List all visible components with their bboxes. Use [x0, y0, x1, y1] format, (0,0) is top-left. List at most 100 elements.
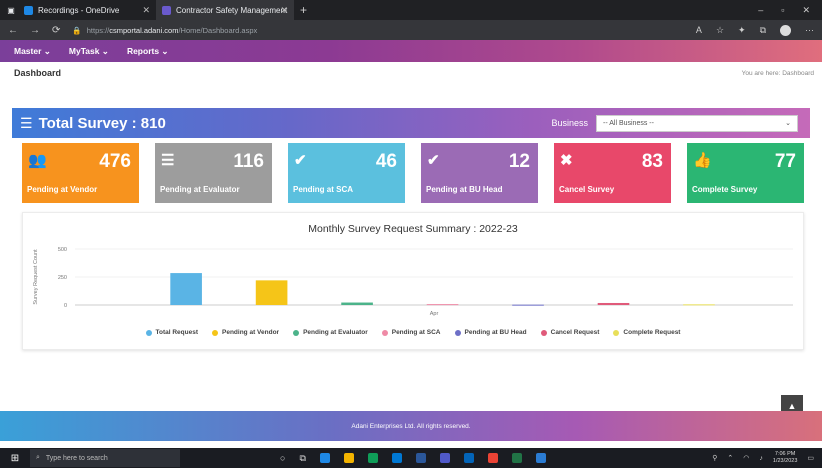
tray-chevron-icon[interactable]: ⌃: [727, 454, 733, 462]
legend-item[interactable]: Cancel Request: [540, 329, 600, 336]
file-explorer-icon[interactable]: [343, 453, 354, 463]
back-icon[interactable]: ←: [8, 25, 18, 36]
more-options-icon[interactable]: ···: [805, 25, 814, 35]
legend-dot-icon: [212, 329, 219, 336]
card-label: Cancel Survey: [559, 185, 615, 194]
legend-dot-icon: [454, 329, 461, 336]
nav-item-master[interactable]: Master ⌄: [14, 46, 51, 57]
legend-label: Pending at Vendor: [222, 329, 280, 336]
edge-app-icon[interactable]: [319, 453, 330, 463]
y-tick-label: 500: [58, 247, 67, 253]
minimize-button[interactable]: –: [758, 5, 763, 16]
profile-avatar[interactable]: [780, 24, 791, 36]
tab-contractor-safety[interactable]: Contractor Safety Management ✕: [156, 0, 294, 20]
legend-dot-icon: [293, 329, 300, 336]
list-icon: ☰: [20, 114, 33, 131]
cortana-icon[interactable]: ○: [280, 453, 285, 463]
footer-copyright: Adani Enterprises Ltd. All rights reserv…: [351, 422, 471, 430]
users-icon: 👥: [28, 152, 47, 169]
url-field[interactable]: 🔒 https://csmportal.adani.com/Home/Dashb…: [72, 26, 684, 35]
new-tab-button[interactable]: +: [300, 3, 307, 17]
excel-app-icon[interactable]: [511, 453, 522, 463]
card-value: 476: [99, 151, 131, 172]
close-window-button[interactable]: ✕: [802, 5, 810, 16]
bar-complete-request: [683, 304, 715, 306]
card-label: Complete Survey: [692, 185, 758, 194]
legend-dot-icon: [613, 329, 620, 336]
card-pending-evaluator[interactable]: ☰ 116 Pending at Evaluator: [155, 143, 272, 203]
task-view-icon[interactable]: ⧉: [299, 453, 305, 464]
y-tick-label: 0: [64, 303, 67, 309]
card-value: 12: [508, 151, 530, 172]
maximize-button[interactable]: ▫: [781, 5, 784, 16]
taskbar-apps: ○ ⧉: [280, 453, 546, 464]
legend-label: Cancel Request: [550, 329, 600, 336]
search-icon: ⌕: [36, 454, 40, 461]
network-icon[interactable]: ◠: [743, 454, 749, 462]
taskbar-search-placeholder: Type here to search: [45, 454, 108, 462]
sharepoint-app-icon[interactable]: [535, 453, 546, 463]
url-prefix: https://: [86, 25, 110, 35]
volume-icon[interactable]: ♪: [759, 455, 763, 462]
tab-onedrive[interactable]: Recordings - OneDrive ✕: [18, 0, 156, 20]
legend-dot-icon: [145, 329, 152, 336]
system-tray: ⚲ ⌃ ◠ ♪ 7:06 PM 1/23/2023 ▭: [712, 451, 822, 465]
nav-item-reports[interactable]: Reports ⌄: [127, 46, 169, 57]
chevron-up-icon: ▲: [787, 401, 797, 411]
nav-item-mytask[interactable]: MyTask ⌄: [69, 46, 109, 57]
legend-item[interactable]: Pending at Evaluator: [293, 329, 368, 336]
outlook-app-icon[interactable]: [463, 453, 474, 463]
legend-item[interactable]: Pending at Vendor: [212, 329, 279, 336]
check-circle-icon: ✔: [294, 152, 307, 169]
close-tab-icon[interactable]: ✕: [280, 5, 288, 16]
card-value: 83: [641, 151, 663, 172]
extension-icon[interactable]: ✦: [738, 25, 746, 36]
legend-item[interactable]: Pending at SCA: [381, 329, 441, 336]
forward-icon[interactable]: →: [30, 25, 40, 36]
browser-tab-bar: ▣ Recordings - OneDrive ✕ Contractor Saf…: [0, 0, 822, 20]
chrome-app-icon[interactable]: [487, 453, 498, 463]
main-nav: Master ⌄ MyTask ⌄ Reports ⌄: [0, 40, 822, 62]
check-circle-icon: ✔: [427, 152, 440, 169]
breadcrumb: You are here: Dashboard: [741, 69, 814, 77]
legend-item[interactable]: Complete Request: [613, 329, 680, 336]
bar-pending-at-sca: [426, 304, 459, 306]
windows-start-icon[interactable]: ⊞: [0, 453, 30, 464]
favorites-star-icon[interactable]: ☆: [716, 25, 724, 36]
people-icon[interactable]: ⚲: [712, 454, 717, 462]
legend-item[interactable]: Total Request: [145, 329, 198, 336]
total-survey-banner: ☰ Total Survey : 810 Business -- All Bus…: [12, 108, 810, 138]
total-survey-title: Total Survey : 810: [38, 114, 166, 132]
refresh-icon[interactable]: ⟳: [52, 25, 60, 36]
mail-app-icon[interactable]: [391, 453, 402, 463]
bar-pending-at-evaluator: [341, 302, 373, 305]
business-select-value: -- All Business --: [603, 119, 654, 127]
word-app-icon[interactable]: [415, 453, 426, 463]
thumbs-up-icon: 👍: [693, 152, 712, 169]
legend-label: Pending at SCA: [391, 329, 441, 336]
card-pending-bu-head[interactable]: ✔ 12 Pending at BU Head: [421, 143, 538, 203]
read-aloud-icon[interactable]: A: [696, 25, 702, 35]
page-title: Dashboard: [14, 68, 62, 78]
card-pending-vendor[interactable]: 👥 476 Pending at Vendor: [22, 143, 139, 203]
store-app-icon[interactable]: [367, 453, 378, 463]
teams-app-icon[interactable]: [439, 453, 450, 463]
clock-date: 1/23/2023: [772, 458, 798, 464]
card-cancel-survey[interactable]: ✖ 83 Cancel Survey: [554, 143, 671, 203]
list-icon: ☰: [161, 152, 175, 169]
collections-icon[interactable]: ⧉: [760, 25, 766, 36]
card-pending-sca[interactable]: ✔ 46 Pending at SCA: [288, 143, 405, 203]
legend-item[interactable]: Pending at BU Head: [454, 329, 527, 336]
status-cards: 👥 476 Pending at Vendor ☰ 116 Pending at…: [22, 143, 804, 203]
cancel-circle-icon: ✖: [560, 152, 573, 169]
close-tab-icon[interactable]: ✕: [142, 5, 150, 16]
business-select[interactable]: -- All Business -- ⌄: [596, 114, 798, 132]
window-menu-icon[interactable]: ▣: [4, 3, 18, 17]
card-value: 77: [774, 151, 796, 172]
taskbar-search-box[interactable]: ⌕ Type here to search: [30, 449, 180, 467]
windows-taskbar: ⊞ ⌕ Type here to search ○ ⧉ ⚲ ⌃ ◠ ♪ 7:06…: [0, 448, 822, 468]
taskbar-clock[interactable]: 7:06 PM 1/23/2023: [773, 451, 797, 465]
notifications-icon[interactable]: ▭: [807, 454, 814, 462]
legend-dot-icon: [540, 329, 547, 336]
card-complete-survey[interactable]: 👍 77 Complete Survey: [687, 143, 804, 203]
